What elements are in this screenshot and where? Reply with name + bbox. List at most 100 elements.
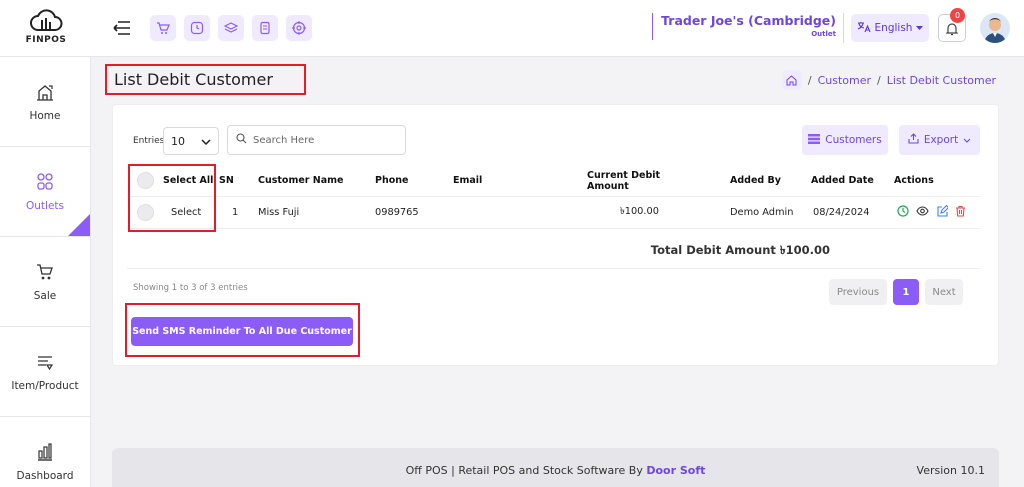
target-icon[interactable] [286, 15, 312, 41]
pagination: Previous 1 Next [829, 279, 963, 305]
column-header-customer-name: Customer Name [258, 175, 344, 186]
breadcrumb-separator: / [877, 73, 881, 87]
sidebar: Home Outlets Sale Item/Product Dashboard [0, 57, 91, 487]
customers-button[interactable]: Customers [802, 125, 888, 155]
quick-actions [150, 15, 312, 41]
app-logo[interactable]: FINPOS [24, 8, 68, 50]
footer-brand-link[interactable]: Door Soft [646, 464, 705, 477]
select-all-label: Select All [163, 175, 214, 186]
table-total-row: Total Debit Amount ৳100.00 [127, 229, 980, 269]
debit-customer-table: Select All SN Customer Name Phone Email … [127, 165, 980, 269]
search-icon [236, 133, 247, 147]
column-header-phone: Phone [375, 175, 409, 186]
sidebar-item-product[interactable]: Item/Product [0, 327, 90, 417]
breadcrumb: / Customer / List Debit Customer [781, 70, 996, 90]
pagination-info: Showing 1 to 3 of 3 entries [133, 283, 248, 293]
history-clock-icon[interactable] [897, 205, 909, 220]
sidebar-item-label: Home [29, 109, 61, 122]
footer-text: Off POS | Retail POS and Stock Software … [405, 464, 647, 477]
row-actions [897, 197, 966, 228]
top-bar: FINPOS Trader Joe's (Cambridge) Outlet E… [0, 0, 1024, 57]
clock-icon[interactable] [184, 15, 210, 41]
pagination-page-1[interactable]: 1 [893, 279, 919, 305]
column-header-actions: Actions [894, 175, 934, 186]
caret-down-icon [916, 22, 924, 34]
delete-trash-icon[interactable] [955, 205, 966, 220]
cell-phone: 0989765 [375, 207, 419, 218]
translate-icon [857, 21, 871, 36]
language-label: English [874, 22, 913, 34]
home-icon [37, 84, 53, 101]
sidebar-item-label: Item/Product [11, 379, 79, 392]
column-header-email: Email [453, 175, 483, 186]
sidebar-item-label: Outlets [25, 199, 64, 212]
export-button-label: Export [923, 134, 959, 146]
breadcrumb-customer[interactable]: Customer [818, 74, 871, 87]
breadcrumb-current: List Debit Customer [886, 73, 996, 87]
page-title-highlight: List Debit Customer [105, 64, 306, 95]
row-select-control[interactable]: Select [137, 197, 201, 228]
current-store[interactable]: Trader Joe's (Cambridge) Outlet [652, 13, 836, 40]
pagination-next-button[interactable]: Next [925, 279, 963, 305]
list-icon [808, 133, 821, 147]
total-debit-amount: Total Debit Amount ৳100.00 [650, 243, 830, 257]
logo-text: FINPOS [25, 35, 67, 45]
sidebar-item-home[interactable]: Home [0, 57, 90, 147]
search-input[interactable] [253, 134, 393, 146]
page-title: List Debit Customer [114, 70, 273, 89]
layers-icon[interactable] [218, 15, 244, 41]
row-select-checkbox[interactable] [137, 204, 154, 221]
user-avatar[interactable] [980, 13, 1010, 43]
customers-button-label: Customers [825, 134, 882, 146]
document-icon[interactable] [252, 15, 278, 41]
chevron-down-icon [201, 135, 211, 148]
product-icon [38, 355, 54, 370]
cell-added-by: Demo Admin [730, 207, 794, 218]
menu-toggle-icon[interactable] [112, 18, 132, 38]
language-select[interactable]: English [851, 14, 929, 42]
store-name: Trader Joe's (Cambridge) [661, 13, 836, 28]
store-type: Outlet [811, 30, 836, 38]
breadcrumb-separator: / [807, 73, 812, 87]
export-button[interactable]: Export [899, 125, 980, 155]
view-eye-icon[interactable] [916, 205, 929, 220]
sidebar-item-dashboard[interactable]: Dashboard [0, 417, 90, 487]
cart-icon [37, 263, 53, 279]
divider [843, 13, 844, 43]
column-header-debit-amount: Current Debit Amount [587, 169, 661, 192]
cloud-logo-icon [30, 9, 63, 31]
pos-cart-icon[interactable] [150, 15, 176, 41]
dashboard-icon [38, 442, 52, 461]
chevron-down-icon [963, 134, 971, 146]
entries-value: 10 [171, 134, 185, 148]
app-version: Version 10.1 [916, 464, 985, 477]
cell-sn: 1 [232, 207, 239, 218]
pagination-previous-button[interactable]: Previous [829, 279, 887, 305]
entries-select[interactable]: 10 [163, 127, 219, 155]
notification-count-badge: 0 [950, 8, 965, 23]
outlets-icon [37, 172, 53, 190]
row-select-label: Select [171, 207, 202, 218]
cell-customer-name: Miss Fuji [258, 207, 300, 218]
footer: Off POS | Retail POS and Stock Software … [112, 448, 999, 487]
table-row: Select 1 Miss Fuji 0989765 ৳100.00 Demo … [127, 197, 980, 229]
select-all-checkbox[interactable] [137, 172, 154, 189]
column-header-added-date: Added Date [811, 175, 874, 186]
sidebar-item-label: Dashboard [16, 469, 74, 482]
sidebar-item-outlets[interactable]: Outlets [0, 147, 90, 237]
column-header-sn: SN [219, 175, 234, 186]
search-box[interactable] [227, 125, 406, 155]
cell-added-date: 08/24/2024 [813, 207, 870, 218]
upload-icon [908, 133, 919, 147]
active-indicator [68, 214, 90, 236]
entries-label: Entries [133, 136, 165, 146]
cell-debit-amount: ৳100.00 [619, 206, 659, 217]
breadcrumb-home-icon[interactable] [781, 70, 802, 90]
sidebar-item-label: Sale [33, 289, 57, 302]
select-all-control[interactable]: Select All [137, 165, 213, 196]
column-header-added-by: Added By [730, 175, 781, 186]
edit-icon[interactable] [936, 204, 950, 220]
sidebar-item-sale[interactable]: Sale [0, 237, 90, 327]
send-sms-reminder-button[interactable]: Send SMS Reminder To All Due Customer [131, 317, 353, 346]
footer-credit: Off POS | Retail POS and Stock Software … [112, 464, 999, 477]
